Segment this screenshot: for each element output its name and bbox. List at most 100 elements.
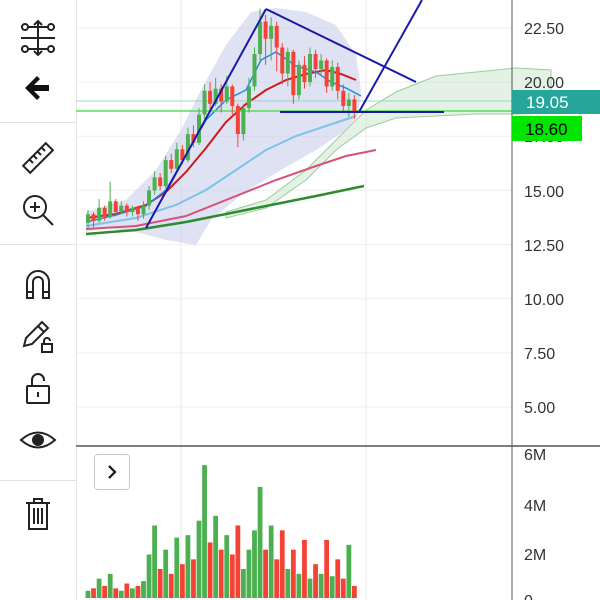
- candle-body: [202, 90, 207, 115]
- volume-bar: [246, 549, 252, 598]
- back-tool[interactable]: [8, 64, 68, 112]
- volume-bar: [224, 535, 230, 598]
- lock-drawings-tool[interactable]: [8, 312, 68, 360]
- candle-body: [335, 66, 340, 91]
- candle-body: [308, 53, 312, 83]
- candle-body: [346, 99, 351, 106]
- candle-body: [252, 53, 257, 87]
- volume-bar: [85, 590, 91, 598]
- volume-bar: [135, 585, 141, 598]
- price-tick-label: 5.00: [524, 400, 555, 417]
- ask-price-badge-text: 18.60: [525, 120, 568, 139]
- candle-body: [141, 205, 146, 215]
- indicators-tool[interactable]: [8, 14, 68, 62]
- zoom-in-icon: [23, 195, 54, 226]
- candle-body: [291, 51, 296, 96]
- candle-body: [174, 149, 179, 169]
- candle-body: [91, 214, 96, 221]
- volume-tick-label: 0: [524, 593, 533, 600]
- candle-body: [330, 66, 335, 87]
- volume-bar: [196, 520, 202, 598]
- volume-bar: [185, 535, 191, 598]
- volume-bar: [202, 465, 207, 598]
- pencil-lock-icon: [22, 320, 53, 353]
- magnet-icon: [26, 270, 50, 299]
- volume-bar: [152, 525, 157, 598]
- candle-body: [324, 60, 329, 87]
- candle-body: [130, 207, 135, 213]
- volume-bar: [263, 549, 268, 598]
- candle-body: [285, 51, 290, 74]
- volume-bar: [207, 542, 213, 598]
- volume-bar: [213, 515, 219, 598]
- volume-bar: [157, 569, 163, 598]
- volume-bar: [302, 540, 307, 598]
- candle-body: [296, 64, 301, 96]
- measure-tool[interactable]: [8, 134, 68, 182]
- volume-bar: [146, 554, 152, 598]
- price-tick-label: 10.00: [524, 292, 564, 309]
- ruler-icon: [21, 141, 55, 175]
- candle-body: [108, 201, 113, 217]
- price-axis[interactable]: 22.50 20.00 17.50 15.00 12.50 10.00 7.50…: [524, 21, 564, 417]
- volume-bar: [218, 549, 224, 598]
- price-tick-label: 22.50: [524, 21, 564, 38]
- volume-bar: [313, 564, 318, 598]
- candle-body: [224, 86, 229, 102]
- volume-bar: [296, 573, 302, 598]
- unlock-icon: [26, 373, 50, 404]
- volume-bar: [335, 559, 341, 598]
- volume-bar: [274, 559, 280, 598]
- visibility-tool[interactable]: [8, 416, 68, 464]
- price-tick-label: 15.00: [524, 184, 564, 201]
- volume-bar: [329, 576, 335, 598]
- volume-bar: [141, 581, 146, 598]
- toolbar-divider: [0, 122, 76, 123]
- candle-body: [169, 160, 174, 169]
- candle-body: [341, 90, 346, 106]
- price-tick-label: 20.00: [524, 75, 564, 92]
- lock-tool[interactable]: [8, 364, 68, 412]
- price-tick-label: 12.50: [524, 238, 564, 255]
- candle-body: [119, 205, 124, 213]
- volume-bar: [130, 588, 135, 598]
- price-chart[interactable]: 22.50 20.00 17.50 15.00 12.50 10.00 7.50…: [76, 0, 600, 600]
- candle-body: [124, 205, 129, 213]
- volume-tick-label: 2M: [524, 547, 546, 564]
- candle-body: [97, 207, 102, 221]
- volume-bar: [191, 559, 196, 598]
- last-price-badge-text: 19.05: [526, 93, 569, 112]
- volume-tick-label: 4M: [524, 498, 546, 515]
- volume-bar: [307, 578, 313, 598]
- volume-bar: [179, 564, 185, 598]
- volume-bar: [279, 530, 285, 598]
- zoom-tool[interactable]: [8, 186, 68, 234]
- candle-body: [258, 21, 263, 54]
- volume-bar: [124, 583, 130, 598]
- volume-bar: [96, 578, 102, 598]
- volume-tick-label: 6M: [524, 447, 546, 464]
- candle-body: [241, 108, 246, 135]
- volume-bar: [113, 588, 119, 598]
- candle-body: [280, 47, 285, 74]
- expand-panel-button[interactable]: [94, 454, 130, 490]
- volume-bar: [235, 525, 241, 598]
- delete-tool[interactable]: [8, 490, 68, 538]
- candle-body: [230, 86, 235, 106]
- volume-bar: [174, 537, 180, 598]
- volume-bar: [290, 549, 296, 598]
- candle-body: [163, 160, 168, 187]
- candle-body: [246, 86, 251, 109]
- toolbar-divider: [0, 480, 76, 481]
- candle-body: [135, 207, 140, 215]
- candle-body: [302, 64, 307, 83]
- volume-bar: [352, 585, 357, 598]
- volume-bar: [285, 569, 291, 598]
- volume-bar: [168, 573, 174, 598]
- candle-body: [313, 53, 318, 70]
- magnet-tool[interactable]: [8, 260, 68, 308]
- candle-body: [102, 207, 107, 217]
- candle-body: [113, 201, 118, 213]
- arrow-left-icon: [25, 76, 49, 100]
- candle-body: [208, 90, 213, 104]
